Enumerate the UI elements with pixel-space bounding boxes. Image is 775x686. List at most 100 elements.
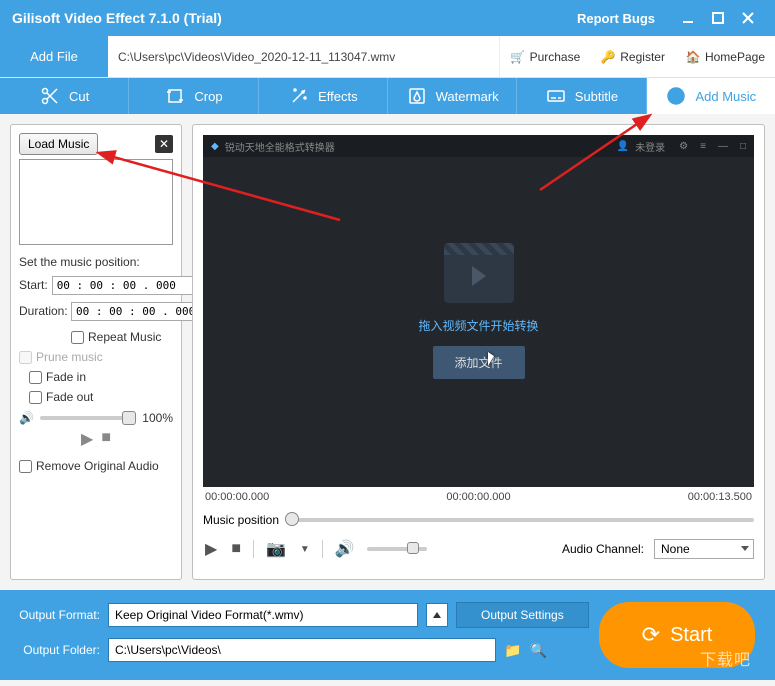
- inner-app-header: ◆ 锐动天地全能格式转换器 👤 未登录 ⚙ ≡ — □: [203, 135, 754, 157]
- preview-controls: ▶ ■ 📷 ▼ 🔊 Audio Channel: None: [203, 537, 754, 561]
- timecode-current: 00:00:00.000: [446, 491, 510, 503]
- minimize-button[interactable]: [673, 3, 703, 33]
- report-bugs-link[interactable]: Report Bugs: [577, 11, 655, 26]
- preview-play-button[interactable]: ▶: [203, 537, 219, 561]
- remove-original-audio-checkbox[interactable]: [19, 460, 32, 473]
- refresh-icon: ⟳: [642, 622, 660, 648]
- music-side-panel: Load Music ✕ Set the music position: Sta…: [10, 124, 182, 580]
- inner-min-icon: —: [718, 141, 728, 152]
- preview-stop-button[interactable]: ■: [229, 538, 243, 560]
- start-label: Start:: [19, 278, 48, 292]
- tab-effects[interactable]: Effects: [259, 78, 388, 114]
- browse-folder-icon[interactable]: 📁: [504, 642, 521, 659]
- tab-watermark[interactable]: Watermark: [388, 78, 517, 114]
- inner-user-icon: 👤: [617, 141, 629, 152]
- music-volume-value: 100%: [142, 411, 173, 425]
- start-button[interactable]: ⟳ Start: [599, 602, 755, 668]
- register-link[interactable]: 🔑 Register: [590, 36, 675, 77]
- tab-crop-label: Crop: [194, 89, 222, 104]
- output-format-label: Output Format:: [14, 608, 100, 622]
- music-play-button[interactable]: ▶: [81, 429, 93, 449]
- titlebar: Gilisoft Video Effect 7.1.0 (Trial) Repo…: [0, 0, 775, 36]
- home-icon: 🏠: [685, 49, 701, 65]
- audio-channel-value: None: [661, 542, 690, 556]
- fade-out-label: Fade out: [46, 390, 93, 404]
- inner-user-label: 未登录: [635, 139, 665, 154]
- repeat-music-label: Repeat Music: [88, 330, 161, 344]
- main-area: Load Music ✕ Set the music position: Sta…: [0, 114, 775, 590]
- tab-crop[interactable]: Crop: [129, 78, 258, 114]
- tabs-bar: Cut Crop Effects Watermark Subtitle Add …: [0, 78, 775, 114]
- drag-hint-text: 拖入视频文件开始转换: [418, 317, 538, 334]
- timecode-end: 00:00:13.500: [688, 491, 752, 503]
- toolbar: Add File C:\Users\pc\Videos\Video_2020-1…: [0, 36, 775, 78]
- timecode-start: 00:00:00.000: [205, 491, 269, 503]
- cursor-icon: [488, 352, 494, 366]
- register-label: Register: [620, 50, 665, 64]
- clear-music-button[interactable]: ✕: [155, 135, 173, 153]
- inner-app-title: 锐动天地全能格式转换器: [225, 139, 335, 154]
- subtitle-icon: [545, 85, 567, 107]
- preview-volume-slider[interactable]: [367, 547, 427, 551]
- inner-menu-icon: ≡: [700, 141, 706, 152]
- homepage-label: HomePage: [705, 50, 765, 64]
- key-icon: 🔑: [600, 49, 616, 65]
- bottom-bar: Output Format: Output Settings Output Fo…: [0, 590, 775, 680]
- prune-music-label: Prune music: [36, 350, 103, 364]
- audio-channel-select[interactable]: None: [654, 539, 754, 559]
- open-folder-icon[interactable]: 🔍: [529, 642, 546, 659]
- add-file-button[interactable]: Add File: [0, 36, 108, 77]
- music-position-slider[interactable]: [285, 518, 754, 522]
- speaker-icon: 🔊: [19, 411, 34, 425]
- inner-logo-icon: ◆: [211, 141, 219, 152]
- clapperboard-icon: [443, 243, 513, 303]
- start-button-label: Start: [670, 624, 712, 647]
- tab-cut[interactable]: Cut: [0, 78, 129, 114]
- fade-in-checkbox[interactable]: [29, 371, 42, 384]
- wand-icon: [288, 85, 310, 107]
- preview-speaker-icon: 🔊: [333, 537, 357, 561]
- snapshot-button[interactable]: 📷: [264, 537, 288, 561]
- output-folder-field[interactable]: [108, 638, 496, 662]
- cart-icon: 🛒: [510, 49, 526, 65]
- duration-label: Duration:: [19, 304, 67, 318]
- timecode-row: 00:00:00.000 00:00:00.000 00:00:13.500: [203, 491, 754, 503]
- start-time-input[interactable]: [52, 276, 209, 295]
- video-preview: ◆ 锐动天地全能格式转换器 👤 未登录 ⚙ ≡ — □ 拖入视频文件开始转换 添…: [203, 135, 754, 487]
- music-position-heading: Set the music position:: [19, 255, 173, 269]
- repeat-music-checkbox[interactable]: [71, 331, 84, 344]
- music-position-label: Music position: [203, 513, 279, 527]
- prune-music-checkbox: [19, 351, 32, 364]
- purchase-label: Purchase: [530, 50, 581, 64]
- inner-settings-icon: ⚙: [679, 141, 688, 152]
- music-stop-button[interactable]: ■: [101, 429, 111, 449]
- purchase-link[interactable]: 🛒 Purchase: [500, 36, 591, 77]
- fade-out-checkbox[interactable]: [29, 391, 42, 404]
- tab-subtitle-label: Subtitle: [575, 89, 618, 104]
- inner-add-file-button[interactable]: 添加文件: [432, 346, 524, 379]
- tab-watermark-label: Watermark: [436, 89, 499, 104]
- output-folder-label: Output Folder:: [14, 643, 100, 657]
- inner-max-icon: □: [740, 141, 746, 152]
- snapshot-dropdown[interactable]: ▼: [298, 542, 312, 557]
- remove-original-audio-label: Remove Original Audio: [36, 459, 159, 473]
- music-list[interactable]: [19, 159, 173, 245]
- load-music-button[interactable]: Load Music: [19, 133, 98, 155]
- tab-cut-label: Cut: [69, 89, 89, 104]
- crop-icon: [164, 85, 186, 107]
- preview-panel: ◆ 锐动天地全能格式转换器 👤 未登录 ⚙ ≡ — □ 拖入视频文件开始转换 添…: [192, 124, 765, 580]
- tab-add-music[interactable]: Add Music: [647, 78, 775, 114]
- maximize-button[interactable]: [703, 3, 733, 33]
- output-settings-button[interactable]: Output Settings: [456, 602, 589, 628]
- music-volume-slider[interactable]: [40, 416, 136, 420]
- output-format-field[interactable]: [108, 603, 418, 627]
- tab-subtitle[interactable]: Subtitle: [517, 78, 646, 114]
- close-button[interactable]: [733, 3, 763, 33]
- audio-channel-label: Audio Channel:: [562, 542, 644, 556]
- fade-in-label: Fade in: [46, 370, 86, 384]
- file-path-display: C:\Users\pc\Videos\Video_2020-12-11_1130…: [108, 36, 500, 77]
- tab-effects-label: Effects: [318, 89, 358, 104]
- droplet-icon: [406, 85, 428, 107]
- output-format-dropdown[interactable]: [426, 603, 448, 627]
- homepage-link[interactable]: 🏠 HomePage: [675, 36, 775, 77]
